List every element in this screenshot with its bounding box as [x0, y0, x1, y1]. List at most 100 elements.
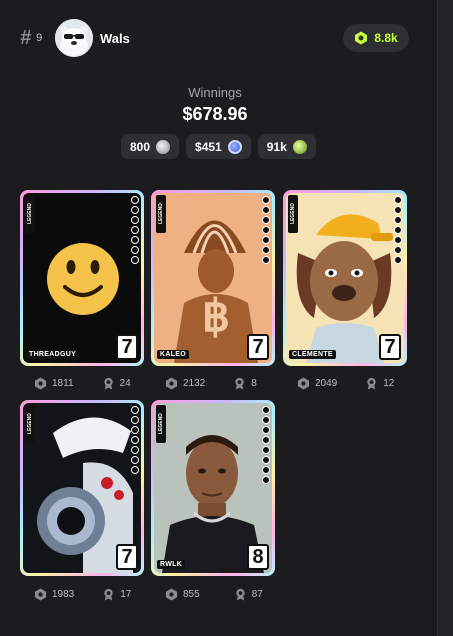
winnings-amount: $678.96 — [182, 104, 248, 124]
stat-pill-green: 91k — [257, 134, 316, 159]
star-icon — [131, 406, 139, 414]
card-stats: 1983 17 — [34, 588, 131, 601]
hexagon-icon — [34, 588, 47, 601]
player-card[interactable]: LEGEND THREADGUY 7 — [20, 190, 144, 366]
star-icon — [131, 436, 139, 444]
star-column — [262, 196, 270, 264]
card-name: CLEMENTE — [289, 350, 336, 359]
stat-pill-blue: $451 — [186, 134, 251, 159]
green-token-icon — [292, 139, 307, 154]
card-score: 1811 — [34, 377, 74, 390]
star-icon — [262, 466, 270, 474]
star-icon — [262, 206, 270, 214]
star-icon — [262, 236, 270, 244]
star-column — [131, 406, 139, 474]
hexagon-icon — [165, 588, 178, 601]
star-icon — [131, 226, 139, 234]
card-medals: 17 — [102, 588, 131, 601]
player-card[interactable]: LEGEND 7 — [20, 400, 144, 576]
star-icon — [394, 196, 402, 204]
medal-icon — [103, 377, 113, 390]
card-stats: 855 87 — [165, 588, 263, 601]
star-icon — [262, 436, 270, 444]
stat-value: 91k — [266, 139, 287, 154]
star-icon — [394, 226, 402, 234]
star-icon — [394, 256, 402, 264]
profile-panel: # 9 Wals 8.8k Winnings $678.96 800 $451 … — [0, 0, 437, 636]
card-art: ฿ LEGEND KALEO 7 — [154, 193, 272, 363]
card-medals: 8 — [233, 377, 257, 390]
card-name: KALEO — [157, 350, 189, 359]
card-level: 7 — [116, 544, 138, 570]
card-medals: 24 — [102, 377, 131, 390]
star-icon — [262, 476, 270, 484]
star-icon — [131, 446, 139, 454]
rarity-tag: LEGEND — [25, 195, 35, 233]
username[interactable]: Wals — [100, 31, 130, 46]
star-column — [131, 196, 139, 264]
star-icon — [262, 456, 270, 464]
rarity-tag: LEGEND — [288, 195, 298, 233]
card-score: 2132 — [165, 377, 205, 390]
rank-badge: # 9 — [20, 28, 42, 48]
star-icon — [262, 426, 270, 434]
star-icon — [394, 246, 402, 254]
card-score: 2049 — [297, 377, 337, 390]
star-icon — [131, 416, 139, 424]
star-column — [262, 406, 270, 484]
star-icon — [131, 256, 139, 264]
winnings-label: Winnings — [188, 85, 242, 100]
rank-number: 9 — [36, 32, 43, 44]
points-value: 8.8k — [374, 31, 398, 45]
card-level: 7 — [247, 334, 269, 360]
rarity-tag: LEGEND — [156, 195, 166, 233]
card-art: LEGEND CLEMENTE 7 — [286, 193, 404, 363]
medal-icon — [367, 377, 376, 390]
polar-bear-avatar-icon — [55, 19, 93, 57]
star-icon — [131, 236, 139, 244]
star-column — [394, 196, 402, 264]
card-name: THREADGUY — [26, 350, 80, 359]
hexagon-token-icon — [355, 31, 368, 45]
card-art: LEGEND 7 — [23, 403, 141, 573]
card-level: 7 — [116, 334, 138, 360]
winnings-stats: 800 $451 91k — [121, 134, 316, 159]
star-icon — [262, 406, 270, 414]
card-name: RWLK — [157, 560, 186, 569]
stat-value: 800 — [130, 139, 151, 154]
rarity-tag: LEGEND — [156, 405, 166, 443]
medal-icon — [235, 377, 244, 390]
star-icon — [262, 196, 270, 204]
hexagon-icon — [165, 377, 178, 390]
card-medals: 87 — [234, 588, 263, 601]
star-icon — [131, 206, 139, 214]
card-art: LEGEND RWLK 8 — [154, 403, 272, 573]
card-level: 8 — [247, 544, 269, 570]
card-art: LEGEND THREADGUY 7 — [23, 193, 141, 363]
blue-token-icon — [227, 139, 242, 154]
star-icon — [131, 216, 139, 224]
scrollbar-track[interactable] — [437, 0, 453, 636]
card-score: 1983 — [34, 588, 74, 601]
star-icon — [131, 246, 139, 254]
star-icon — [394, 206, 402, 214]
card-medals: 12 — [365, 377, 394, 390]
star-icon — [262, 256, 270, 264]
svg-text:฿: ฿ — [202, 292, 230, 341]
star-icon — [262, 446, 270, 454]
medal-icon — [236, 588, 245, 601]
hash-icon: # — [20, 27, 32, 49]
star-icon — [262, 226, 270, 234]
rarity-tag: LEGEND — [25, 405, 35, 443]
stat-pill-silver: 800 — [121, 134, 180, 159]
avatar[interactable] — [55, 19, 93, 57]
star-icon — [131, 426, 139, 434]
player-card[interactable]: ฿ LEGEND KALEO 7 — [151, 190, 275, 366]
points-badge[interactable]: 8.8k — [343, 24, 409, 52]
card-stats: 2049 12 — [297, 377, 394, 390]
card-stats: 2132 8 — [165, 377, 257, 390]
star-icon — [131, 456, 139, 464]
player-card[interactable]: LEGEND CLEMENTE 7 — [283, 190, 407, 366]
card-level: 7 — [379, 334, 401, 360]
player-card[interactable]: LEGEND RWLK 8 — [151, 400, 275, 576]
